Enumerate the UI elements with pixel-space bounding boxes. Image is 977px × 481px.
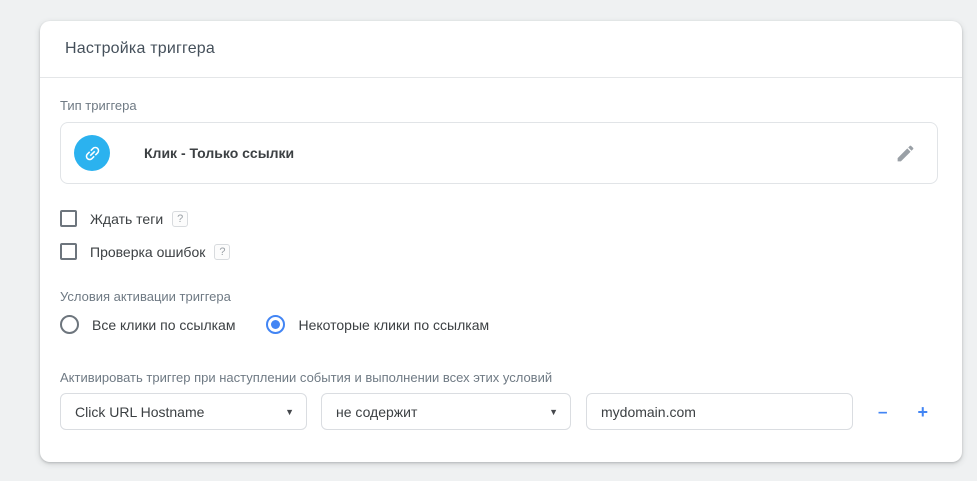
radio-label: Некоторые клики по ссылкам — [298, 316, 490, 333]
condition-variable-value: Click URL Hostname — [75, 403, 205, 420]
condition-row: Click URL Hostname ▼ не содержит ▼ – + — [60, 393, 938, 430]
wait-for-tags-label: Ждать теги — [90, 210, 164, 227]
condition-operator-select[interactable]: не содержит ▼ — [321, 393, 571, 430]
fire-conditions-label: Активировать триггер при наступлении соб… — [60, 370, 553, 385]
condition-value-input[interactable] — [586, 393, 853, 430]
trigger-type-card[interactable]: Клик - Только ссылки — [60, 122, 938, 184]
activation-options-row: Все клики по ссылкам Некоторые клики по … — [60, 315, 938, 334]
chevron-down-icon: ▼ — [285, 406, 294, 417]
panel-body: Тип триггера Клик - Только ссылки Ждать … — [40, 78, 962, 430]
panel-header: Настройка триггера — [40, 21, 962, 78]
panel-title: Настройка триггера — [65, 40, 215, 57]
radio-option-some-link-clicks[interactable]: Некоторые клики по ссылкам — [266, 315, 489, 334]
pencil-icon — [897, 145, 913, 161]
edit-trigger-type-button[interactable] — [893, 141, 917, 165]
link-icon — [74, 135, 110, 171]
radio-icon — [60, 315, 79, 334]
help-icon[interactable]: ? — [172, 210, 189, 227]
activation-conditions-label: Условия активации триггера — [60, 289, 231, 304]
radio-option-all-link-clicks[interactable]: Все клики по ссылкам — [60, 315, 235, 334]
add-condition-button[interactable]: + — [917, 403, 928, 421]
trigger-type-name: Клик - Только ссылки — [144, 145, 295, 161]
radio-label: Все клики по ссылкам — [92, 316, 236, 333]
wait-for-tags-checkbox[interactable] — [60, 210, 77, 227]
remove-condition-button[interactable]: – — [878, 403, 887, 420]
check-validation-checkbox[interactable] — [60, 243, 77, 260]
condition-operator-value: не содержит — [336, 403, 418, 420]
check-validation-row: Проверка ошибок ? — [60, 243, 938, 260]
chevron-down-icon: ▼ — [549, 406, 558, 417]
trigger-type-label: Тип триггера — [60, 98, 137, 113]
wait-for-tags-row: Ждать теги ? — [60, 210, 938, 227]
condition-variable-select[interactable]: Click URL Hostname ▼ — [60, 393, 307, 430]
trigger-settings-panel: Настройка триггера Тип триггера Клик - Т… — [40, 21, 962, 462]
radio-icon — [266, 315, 286, 334]
check-validation-label: Проверка ошибок — [90, 243, 206, 260]
help-icon[interactable]: ? — [214, 243, 231, 260]
